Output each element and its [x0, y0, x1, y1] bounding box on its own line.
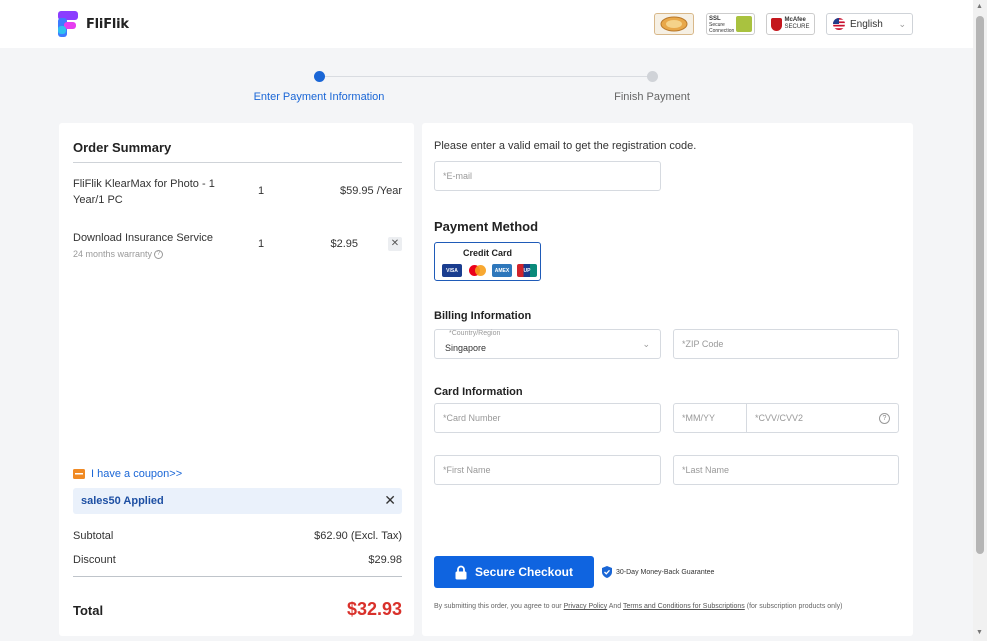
item-1-qty: 1	[258, 185, 265, 197]
help-icon[interactable]: ?	[154, 249, 164, 259]
secure-checkout-button[interactable]: Secure Checkout	[434, 556, 594, 588]
item-2-name: Download Insurance Service	[73, 232, 214, 244]
card-info-title: Card Information	[434, 386, 523, 398]
payment-method-title: Payment Method	[434, 219, 539, 234]
card-number-field[interactable]: *Card Number	[434, 403, 661, 433]
page-scrollbar[interactable]: ▲ ▼	[973, 0, 987, 641]
scrollbar-thumb[interactable]	[976, 16, 984, 554]
norton-seal-icon	[660, 16, 688, 32]
step-1-label: Enter Payment Information	[253, 91, 385, 103]
country-select[interactable]: *Country/Region Singapore ⌄	[434, 329, 661, 359]
subtotal-label: Subtotal	[73, 530, 114, 542]
item-2-qty: 1	[258, 238, 265, 250]
item-2-sub-row: 24 months warranty ?	[73, 246, 223, 262]
order-summary-panel: Order Summary FliFlik KlearMax for Photo…	[59, 123, 414, 636]
discount-label: Discount	[73, 554, 116, 566]
terms-conditions-link[interactable]: Terms and Conditions for Subscriptions	[623, 603, 745, 610]
ssl-connection-label: Connection	[709, 28, 735, 34]
email-prompt: Please enter a valid email to get the re…	[434, 140, 697, 152]
terms-prefix: By submitting this order, you agree to o…	[434, 603, 562, 610]
last-name-placeholder: *Last Name	[682, 465, 730, 475]
step-1-dot	[314, 71, 325, 82]
ssl-badge[interactable]: SSL Secure Connection	[706, 13, 755, 35]
email-field[interactable]: *E-mail	[434, 161, 661, 191]
item-1-price: $59.95 /Year	[340, 185, 402, 197]
terms-suffix: (for subscription products only)	[746, 603, 843, 610]
step-2-dot	[647, 71, 658, 82]
cvv-field[interactable]: *CVV/CVV2 ?	[746, 403, 899, 433]
money-back-guarantee: 30-Day Money-Back Guarantee	[602, 566, 714, 578]
lock-icon	[455, 565, 467, 579]
expiry-field[interactable]: *MM/YY	[673, 403, 747, 433]
country-value: Singapore	[445, 343, 487, 353]
privacy-policy-link[interactable]: Privacy Policy	[564, 603, 608, 610]
total-label: Total	[73, 603, 104, 618]
order-summary-title: Order Summary	[73, 140, 172, 155]
us-flag-icon	[833, 18, 845, 30]
item-2-price: $2.95	[330, 238, 358, 250]
coupon-link-text: I have a coupon>>	[91, 468, 183, 480]
card-number-placeholder: *Card Number	[443, 413, 501, 423]
credit-card-label: Credit Card	[462, 248, 512, 258]
total-value: $32.93	[346, 599, 402, 619]
shield-check-icon	[602, 566, 612, 578]
unionpay-icon: UP	[517, 264, 537, 277]
chevron-down-icon: ⌄	[642, 339, 650, 349]
divider	[73, 576, 402, 577]
expiry-placeholder: *MM/YY	[682, 413, 716, 423]
divider	[73, 162, 402, 163]
applied-coupon: sales50 Applied ✕	[73, 488, 402, 514]
mcafee-text: McAfee SECURE	[784, 17, 809, 31]
mcafee-shield-icon	[771, 17, 783, 31]
first-name-field[interactable]: *First Name	[434, 455, 661, 485]
coupon-icon	[73, 469, 85, 479]
guarantee-text: 30-Day Money-Back Guarantee	[616, 568, 715, 576]
first-name-placeholder: *First Name	[443, 465, 491, 475]
scroll-down-icon[interactable]: ▼	[976, 629, 983, 636]
ssl-lock-icon	[736, 16, 752, 32]
close-icon: ✕	[390, 238, 400, 249]
applied-coupon-text: sales50 Applied	[81, 495, 164, 507]
checkout-progress: Enter Payment Information Finish Payment	[0, 68, 973, 108]
discount-value: $29.98	[368, 554, 402, 566]
chevron-down-icon: ⌄	[898, 18, 906, 29]
norton-badge[interactable]	[654, 13, 694, 35]
brand-logo[interactable]: FliFlik	[58, 11, 129, 37]
language-select[interactable]: English ⌄	[826, 13, 913, 35]
amex-icon: AMEX	[492, 264, 512, 277]
country-label: *Country/Region	[449, 330, 501, 337]
coupon-link[interactable]: I have a coupon>>	[73, 468, 182, 480]
card-brand-logos: VISA AMEX UP	[442, 264, 537, 277]
item-1-name: FliFlik KlearMax for Photo - 1 Year/1 PC	[73, 178, 215, 206]
billing-title: Billing Information	[434, 310, 532, 322]
payment-panel: Please enter a valid email to get the re…	[422, 123, 913, 636]
top-header: FliFlik SSL Secure Connection McAfee SEC…	[0, 0, 973, 48]
email-placeholder: *E-mail	[443, 171, 473, 181]
terms-and: And	[608, 603, 622, 610]
subtotal-value: $62.90 (Excl. Tax)	[314, 530, 402, 542]
language-label: English	[850, 18, 883, 30]
mcafee-badge[interactable]: McAfee SECURE	[766, 13, 815, 35]
progress-line	[319, 76, 652, 77]
credit-card-option[interactable]: Credit Card VISA AMEX UP	[434, 242, 541, 281]
help-icon[interactable]: ?	[879, 412, 890, 424]
cvv-placeholder: *CVV/CVV2	[755, 413, 804, 423]
brand-name: FliFlik	[86, 16, 129, 32]
zip-placeholder: *ZIP Code	[682, 339, 724, 349]
item-2-sub: 24 months warranty	[73, 249, 153, 259]
fliflik-logo-icon	[58, 11, 80, 37]
checkout-label: Secure Checkout	[474, 565, 574, 579]
remove-item-button[interactable]: ✕	[388, 237, 402, 251]
mastercard-icon	[467, 264, 487, 277]
remove-coupon-icon[interactable]: ✕	[384, 492, 396, 509]
item-2-name-block: Download Insurance Service 24 months war…	[73, 230, 223, 262]
step-2-label: Finish Payment	[614, 91, 690, 103]
last-name-field[interactable]: *Last Name	[673, 455, 899, 485]
visa-icon: VISA	[442, 264, 462, 277]
zip-field[interactable]: *ZIP Code	[673, 329, 899, 359]
mcafee-secure-label: SECURE	[784, 24, 810, 30]
scroll-up-icon[interactable]: ▲	[976, 3, 983, 10]
mcafee-label: McAfee	[784, 17, 806, 23]
terms-notice: By submitting this order, you agree to o…	[434, 601, 894, 612]
